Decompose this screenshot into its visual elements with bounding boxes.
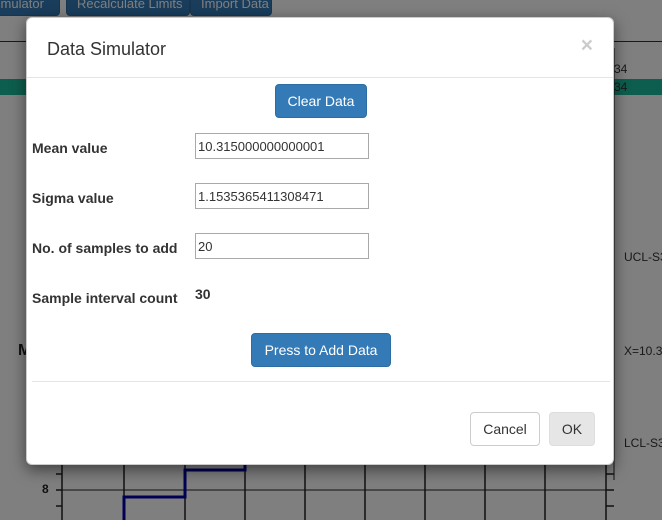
mean-value-input[interactable] bbox=[195, 133, 369, 159]
ok-button[interactable]: OK bbox=[549, 412, 595, 446]
samples-to-add-input[interactable] bbox=[195, 233, 369, 259]
clear-data-button[interactable]: Clear Data bbox=[275, 84, 367, 118]
cancel-button[interactable]: Cancel bbox=[470, 412, 540, 446]
mean-value-label: Mean value bbox=[32, 140, 108, 156]
data-simulator-dialog: Data Simulator × Clear Data Mean value S… bbox=[26, 17, 614, 465]
add-data-button[interactable]: Press to Add Data bbox=[251, 333, 391, 367]
close-icon[interactable]: × bbox=[581, 35, 593, 56]
sample-interval-value: 30 bbox=[195, 286, 211, 302]
sigma-value-label: Sigma value bbox=[32, 190, 114, 206]
dialog-title: Data Simulator bbox=[47, 39, 167, 59]
dialog-footer-divider bbox=[32, 381, 610, 382]
dialog-header: Data Simulator × bbox=[27, 18, 613, 78]
sample-interval-label: Sample interval count bbox=[32, 290, 178, 306]
samples-to-add-label: No. of samples to add bbox=[32, 240, 178, 256]
sigma-value-input[interactable] bbox=[195, 183, 369, 209]
